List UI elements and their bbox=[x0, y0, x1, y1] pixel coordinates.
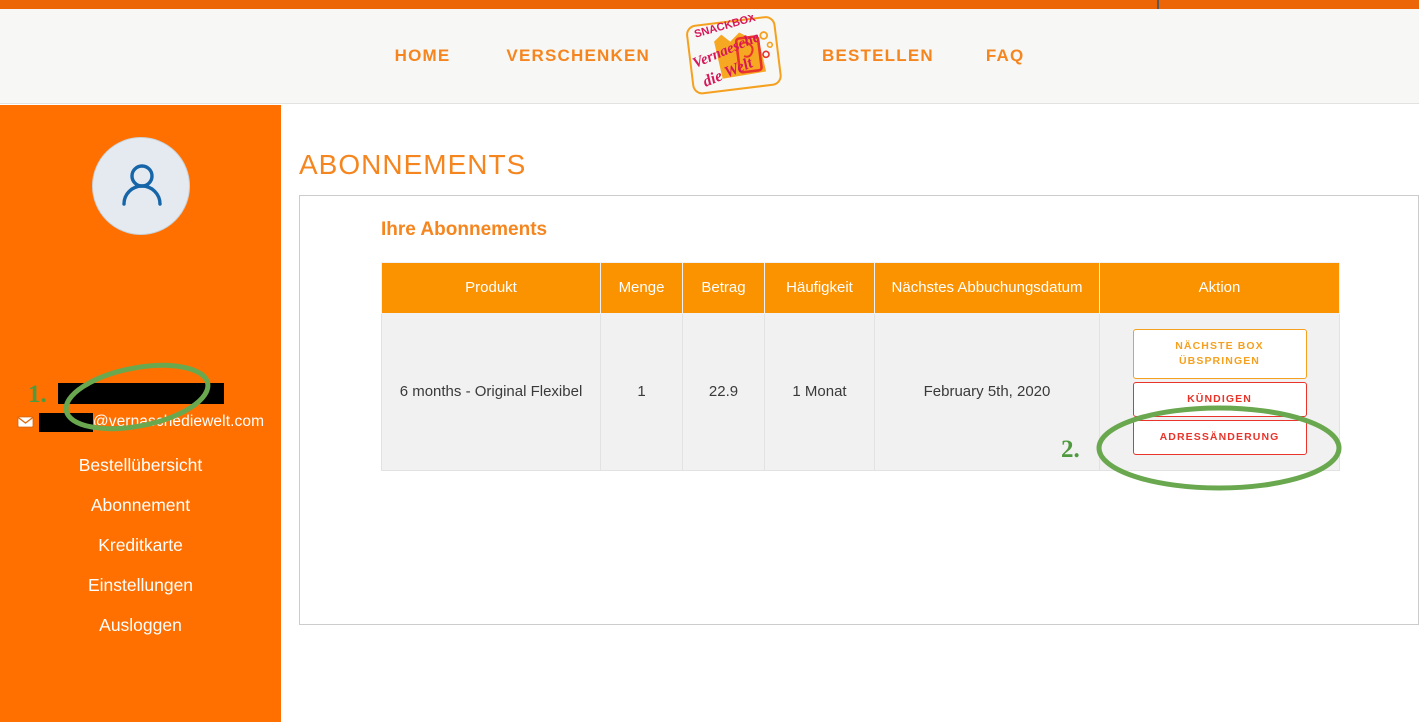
sidebar-nav: Bestellübersicht Abonnement Kreditkarte … bbox=[0, 445, 281, 645]
cell-produkt: 6 months - Original Flexibel bbox=[381, 313, 601, 471]
envelope-icon bbox=[17, 416, 34, 428]
user-name bbox=[0, 383, 281, 409]
site-header: HOME VERSCHENKEN SNACKBOX Vernaesche die… bbox=[0, 9, 1419, 104]
redaction-bar-name bbox=[57, 383, 224, 404]
panel-title: Ihre Abonnements bbox=[381, 219, 548, 240]
user-email-domain: @vernaschediewelt.com bbox=[92, 413, 265, 430]
account-sidebar: @vernaschediewelt.com Bestellübersicht A… bbox=[0, 105, 281, 722]
user-avatar-icon bbox=[121, 164, 162, 206]
sidebar-item-ausloggen[interactable]: Ausloggen bbox=[0, 605, 281, 645]
sidebar-item-kreditkarte[interactable]: Kreditkarte bbox=[0, 525, 281, 565]
column-header-abbuchungsdatum: Nächstes Abbuchungsdatum bbox=[874, 262, 1100, 314]
change-address-button[interactable]: ADRESSÄNDERUNG bbox=[1132, 420, 1307, 455]
column-header-menge: Menge bbox=[600, 262, 683, 314]
table-header-row: Produkt Menge Betrag Häufigkeit Nächstes… bbox=[381, 262, 1340, 314]
skip-next-box-button[interactable]: NÄCHSTE BOX ÜBSPRINGEN bbox=[1132, 329, 1307, 379]
action-button-group: NÄCHSTE BOX ÜBSPRINGEN KÜNDIGEN ADRESSÄN… bbox=[1100, 324, 1339, 460]
subscriptions-table: Produkt Menge Betrag Häufigkeit Nächstes… bbox=[381, 262, 1340, 471]
cell-abbuchungsdatum: February 5th, 2020 bbox=[874, 313, 1100, 471]
table-row: 6 months - Original Flexibel 1 22.9 1 Mo… bbox=[381, 313, 1340, 471]
column-header-betrag: Betrag bbox=[682, 262, 765, 314]
redaction-bar-email bbox=[38, 412, 93, 432]
sidebar-item-abonnement[interactable]: Abonnement bbox=[0, 485, 281, 525]
nav-verschenken[interactable]: VERSCHENKEN bbox=[506, 46, 650, 66]
page-title: ABONNEMENTS bbox=[299, 149, 527, 180]
top-strip-divider bbox=[1157, 0, 1159, 9]
nav-bestellen[interactable]: BESTELLEN bbox=[822, 46, 934, 66]
cell-haeufigkeit: 1 Monat bbox=[764, 313, 875, 471]
top-accent-strip bbox=[0, 0, 1419, 9]
user-email: @vernaschediewelt.com bbox=[0, 410, 281, 434]
page-root: HOME VERSCHENKEN SNACKBOX Vernaesche die… bbox=[0, 0, 1419, 722]
main-content: ABONNEMENTS Ihre Abonnements Produkt Men… bbox=[281, 105, 1419, 722]
sidebar-item-bestelluebersicht[interactable]: Bestellübersicht bbox=[0, 445, 281, 485]
main-navigation: HOME VERSCHENKEN SNACKBOX Vernaesche die… bbox=[0, 9, 1419, 103]
column-header-produkt: Produkt bbox=[381, 262, 601, 314]
site-logo[interactable]: SNACKBOX Vernaesche die Welt bbox=[680, 15, 792, 97]
subscriptions-panel: Ihre Abonnements Produkt Menge Betrag Hä… bbox=[299, 195, 1419, 625]
avatar bbox=[91, 137, 190, 235]
nav-faq[interactable]: FAQ bbox=[986, 46, 1025, 66]
cell-betrag: 22.9 bbox=[682, 313, 765, 471]
sidebar-item-einstellungen[interactable]: Einstellungen bbox=[0, 565, 281, 605]
column-header-aktion: Aktion bbox=[1099, 262, 1340, 314]
cancel-subscription-button[interactable]: KÜNDIGEN bbox=[1132, 382, 1307, 417]
column-header-haeufigkeit: Häufigkeit bbox=[764, 262, 875, 314]
nav-home[interactable]: HOME bbox=[395, 46, 451, 66]
cell-aktion: NÄCHSTE BOX ÜBSPRINGEN KÜNDIGEN ADRESSÄN… bbox=[1099, 313, 1340, 471]
cell-menge: 1 bbox=[600, 313, 683, 471]
